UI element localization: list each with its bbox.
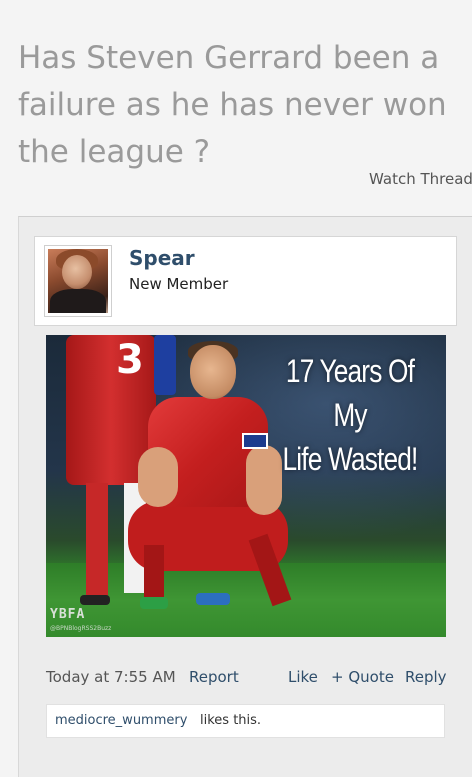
thread-title: Has Steven Gerrard been a failure as he …: [18, 39, 447, 170]
image-watermark: YBFA: [50, 607, 86, 622]
caption-line-1: 17 Years Of My: [285, 353, 415, 433]
post-image: 3 17 Years Of My Life Wasted! YBFA @BPNB…: [46, 335, 446, 637]
likes-text: likes this.: [200, 713, 262, 728]
username-link[interactable]: Spear: [129, 246, 195, 270]
quote-link[interactable]: + Quote: [331, 668, 394, 686]
likes-summary: mediocre_wummery likes this.: [46, 704, 445, 738]
jersey-number: 3: [116, 337, 144, 383]
watch-thread-link[interactable]: Watch Thread: [369, 170, 472, 188]
message-user-info: Spear New Member: [34, 236, 457, 326]
post-timestamp[interactable]: Today at 7:55 AM: [46, 668, 176, 686]
reply-link[interactable]: Reply: [405, 668, 447, 686]
report-link[interactable]: Report: [189, 668, 239, 686]
like-link[interactable]: Like: [288, 668, 318, 686]
avatar-image: [48, 249, 108, 313]
caption-line-2: Life Wasted!: [282, 441, 418, 477]
image-caption: 17 Years Of My Life Wasted!: [273, 349, 427, 481]
avatar[interactable]: [44, 245, 112, 317]
liker-username-link[interactable]: mediocre_wummery: [55, 713, 187, 728]
image-watermark-sub: @BPNBlogRSS2Buzz: [50, 625, 112, 632]
user-title: New Member: [129, 275, 229, 293]
captain-armband: [242, 433, 268, 449]
